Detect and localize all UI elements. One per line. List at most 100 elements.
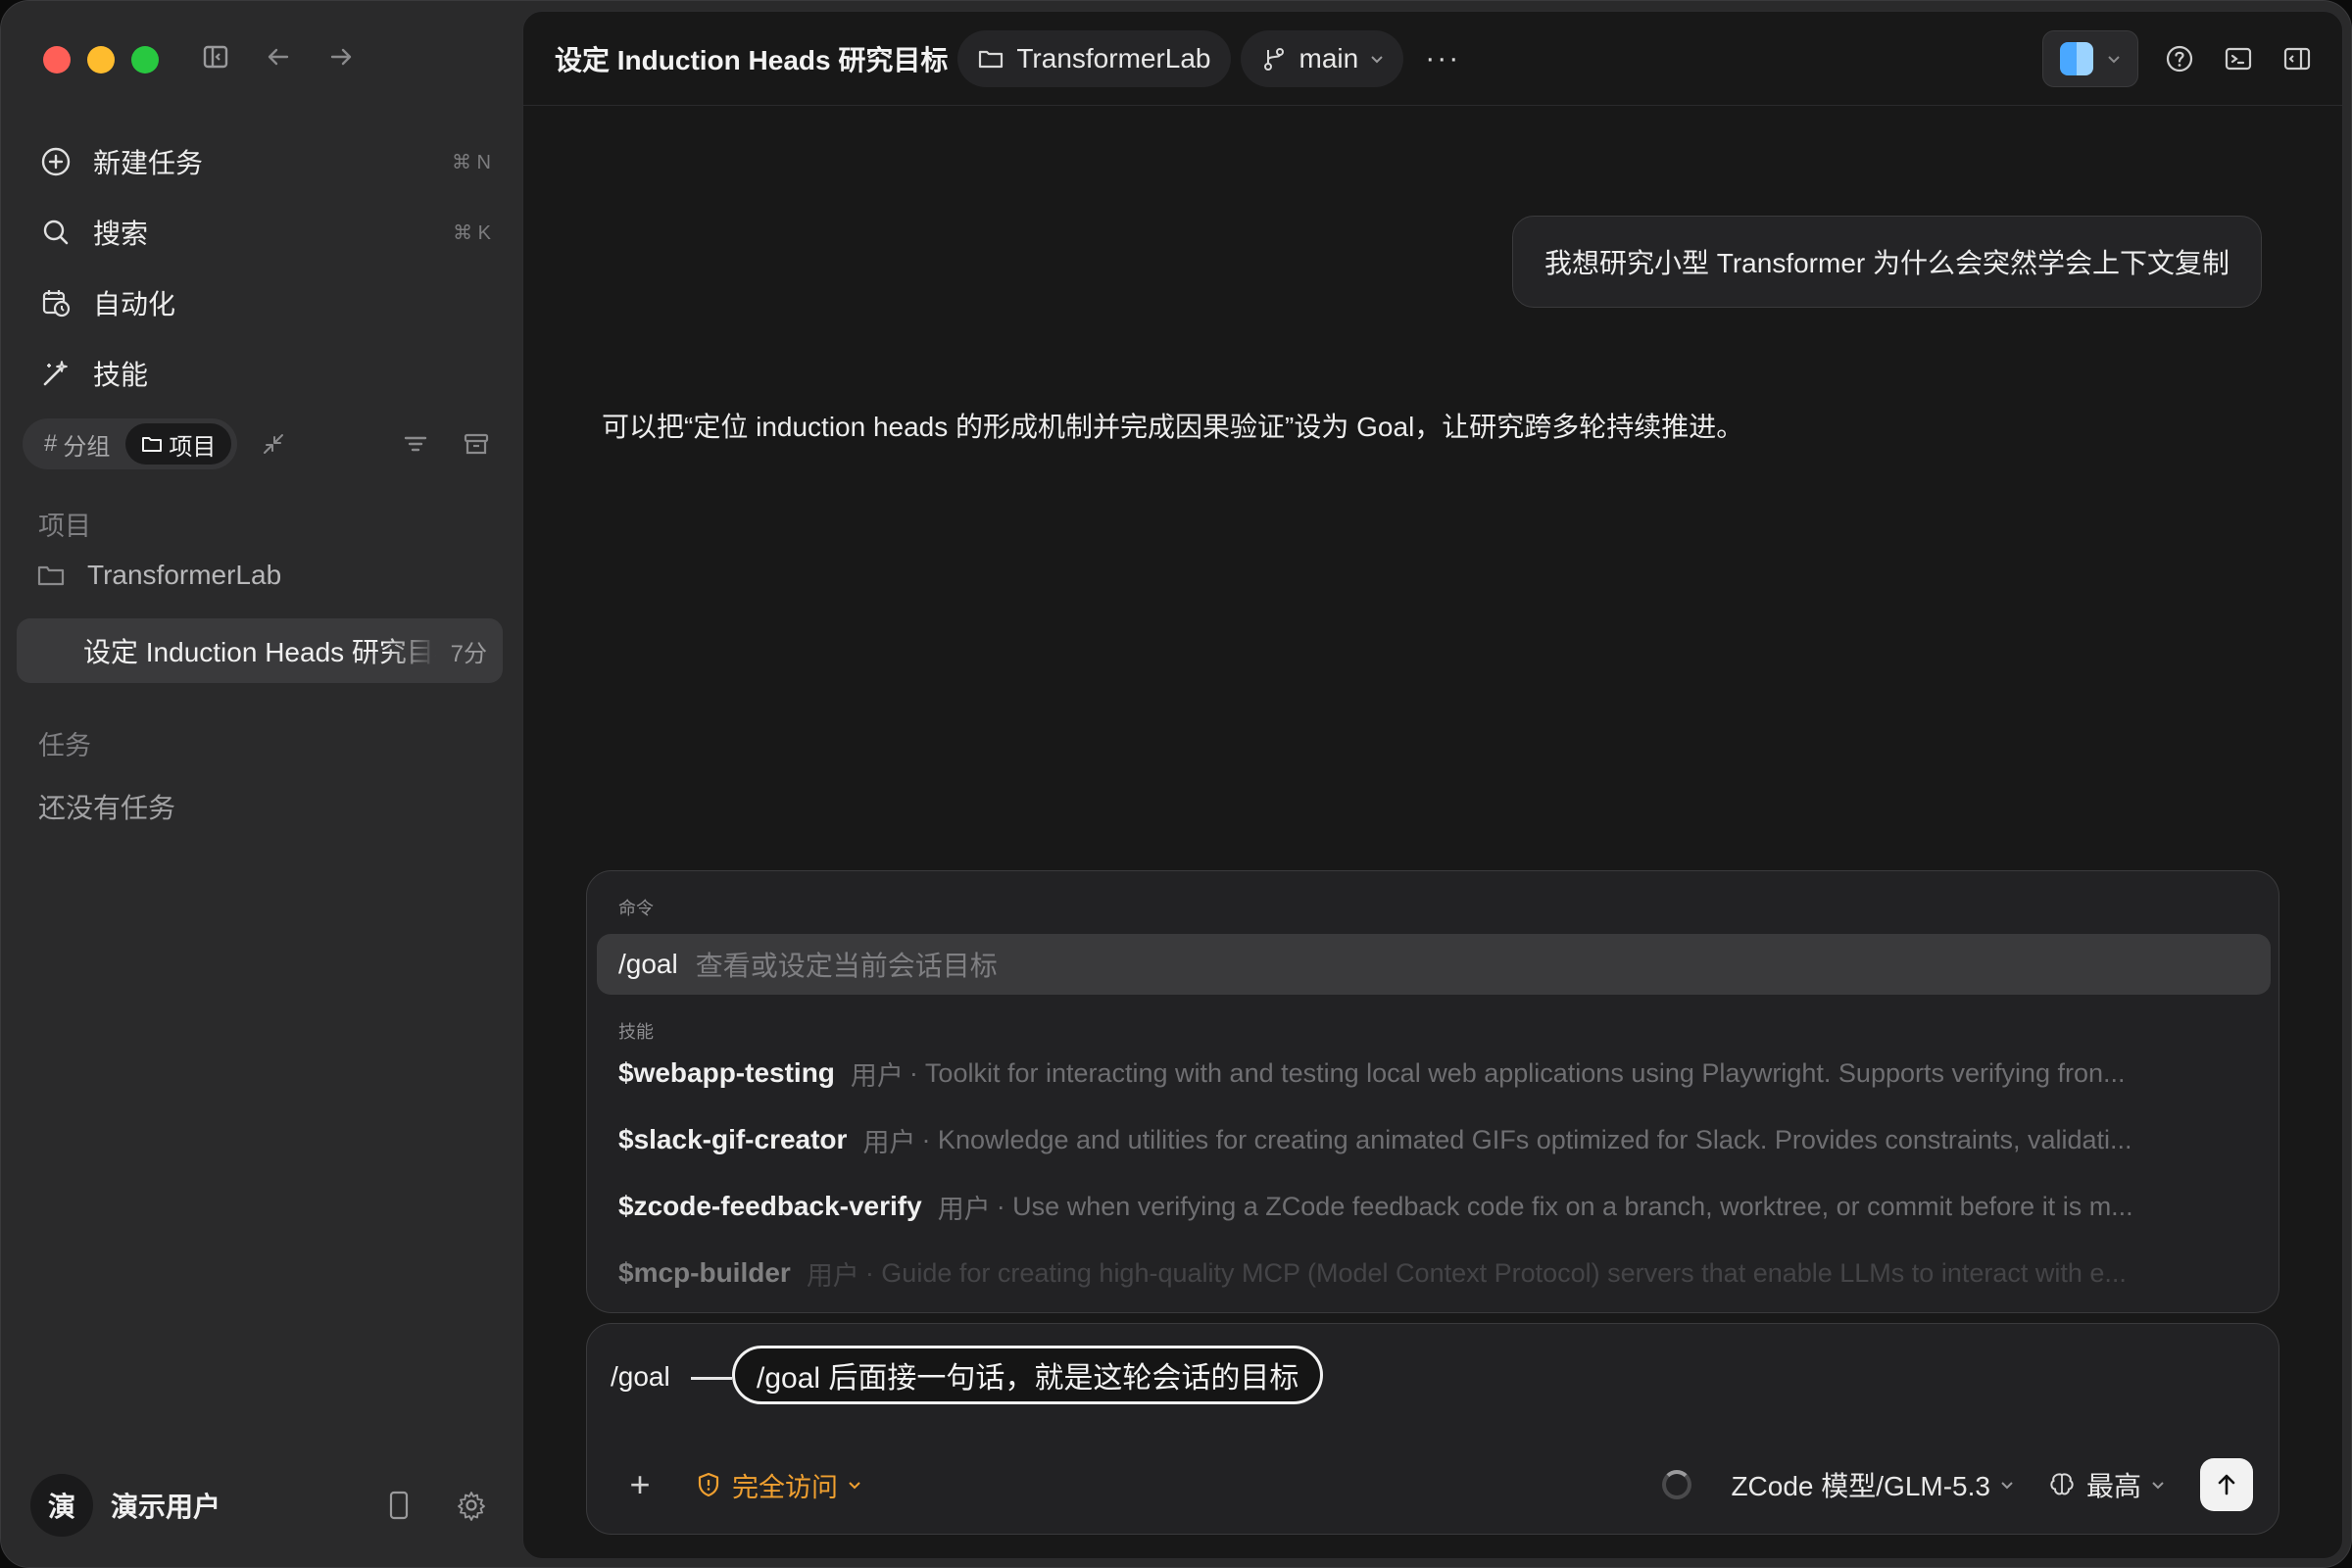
branch-label: main (1298, 42, 1359, 74)
loading-spinner-icon (1662, 1470, 1692, 1499)
assistant-message: 可以把“定位 induction heads 的形成机制并完成因果验证”设为 G… (602, 412, 1744, 442)
nav-search-label: 搜索 (93, 219, 149, 249)
collapse-icon[interactable] (257, 427, 290, 461)
active-task-item[interactable]: 设定 Induction Heads 研究目标 7分 (17, 618, 503, 683)
view-toggle-row: # 分组 项目 (23, 418, 493, 469)
search-icon (38, 215, 74, 250)
view-segmented-control: # 分组 项目 (23, 418, 238, 469)
commands-section-title: 命令 (618, 899, 654, 918)
main-pane: 设定 Induction Heads 研究目标 TransformerLab m… (522, 11, 2343, 1559)
chevron-down-icon (2001, 1482, 2013, 1490)
app-window: 新建任务 ⌘ N 搜索 ⌘ K 自动化 技能 # 分组 项目 项目 Transf… (0, 0, 2352, 1568)
nav-skills-label: 技能 (93, 360, 149, 390)
gear-icon[interactable] (452, 1486, 491, 1525)
nav-automation-label: 自动化 (93, 289, 176, 319)
archive-icon[interactable] (460, 427, 493, 461)
segment-project[interactable]: 项目 (125, 423, 232, 465)
tasks-section-title: 任务 (38, 731, 91, 760)
access-mode-selector[interactable]: 完全访问 (695, 1466, 861, 1504)
skill-description: · Guide for creating high-quality MCP (M… (864, 1257, 2127, 1288)
add-attachment-button[interactable]: + (622, 1464, 658, 1505)
chevron-down-icon (849, 1482, 860, 1490)
skill-item-mcp-builder[interactable]: $mcp-builder 用户 · Guide for creating hig… (618, 1250, 2245, 1297)
filter-icon[interactable] (399, 427, 432, 461)
nav-search[interactable]: 搜索 ⌘ K (30, 197, 491, 268)
minimize-window-button[interactable] (87, 46, 115, 74)
sidebar-list-actions (399, 427, 493, 461)
active-task-time: 7分 (450, 640, 487, 667)
message-composer[interactable]: /goal /goal 后面接一句话，就是这轮会话的目标 + 完全访问 ZCod… (586, 1323, 2279, 1535)
project-item[interactable]: TransformerLab (36, 560, 281, 591)
traffic-lights (43, 46, 159, 74)
goal-command-name: /goal (618, 949, 678, 979)
skill-source: 用户 (850, 1060, 904, 1091)
goal-command-item[interactable]: /goal 查看或设定当前会话目标 (597, 934, 2271, 995)
annotation-callout: /goal 后面接一句话，就是这轮会话的目标 (732, 1346, 1324, 1404)
toggle-panel-icon[interactable] (2279, 41, 2315, 76)
terminal-icon[interactable] (2221, 41, 2256, 76)
access-mode-label: 完全访问 (732, 1472, 838, 1502)
calendar-clock-icon (38, 285, 74, 320)
composer-input-text[interactable]: /goal (611, 1361, 670, 1393)
nav-automation[interactable]: 自动化 (30, 268, 491, 338)
back-arrow-icon[interactable] (262, 40, 295, 74)
skill-source: 用户 (806, 1260, 859, 1291)
project-chip[interactable]: TransformerLab (957, 29, 1231, 87)
active-task-label: 设定 Induction Heads 研究目标 (83, 637, 436, 667)
model-selector[interactable]: ZCode 模型/GLM-5.3 (1731, 1465, 2014, 1504)
maximize-window-button[interactable] (131, 46, 159, 74)
folder-icon (979, 50, 1004, 68)
command-palette: 命令 /goal 查看或设定当前会话目标 技能 $webapp-testing … (586, 870, 2279, 1313)
skill-item-webapp-testing[interactable]: $webapp-testing 用户 · Toolkit for interac… (618, 1050, 2245, 1097)
help-icon[interactable] (2162, 41, 2197, 76)
skill-description: · Toolkit for interacting with and testi… (908, 1057, 2126, 1088)
chevron-down-icon (2152, 1482, 2164, 1490)
nav-skills[interactable]: 技能 (30, 338, 491, 409)
arrow-up-icon (2218, 1474, 2235, 1495)
forward-arrow-icon[interactable] (324, 40, 358, 74)
branch-selector[interactable]: main (1240, 29, 1404, 87)
plus-circle-icon (38, 144, 74, 179)
segment-project-label: 项目 (169, 433, 217, 461)
project-chip-label: TransformerLab (1016, 42, 1211, 74)
composer-toolbar: + 完全访问 ZCode 模型/GLM-5.3 最高 (587, 1457, 2278, 1512)
skill-item-slack-gif-creator[interactable]: $slack-gif-creator 用户 · Knowledge and ut… (618, 1116, 2245, 1163)
skill-item-zcode-feedback-verify[interactable]: $zcode-feedback-verify 用户 · Use when ver… (618, 1183, 2245, 1230)
skill-name: $webapp-testing (618, 1057, 835, 1088)
skill-name: $zcode-feedback-verify (618, 1191, 922, 1221)
page-title: 设定 Induction Heads 研究目标 (555, 44, 949, 75)
skills-section-title: 技能 (618, 1022, 654, 1042)
composer-right-controls: ZCode 模型/GLM-5.3 最高 (1662, 1458, 2253, 1511)
skill-description: · Knowledge and utilities for creating a… (921, 1124, 2132, 1154)
reasoning-effort-selector[interactable]: 最高 (2047, 1465, 2165, 1504)
project-item-label: TransformerLab (87, 560, 282, 590)
toggle-sidebar-icon[interactable] (199, 40, 232, 74)
goal-command-description: 查看或设定当前会话目标 (695, 951, 998, 981)
git-branch-icon (1263, 47, 1284, 71)
nav-new-task[interactable]: 新建任务 ⌘ N (30, 126, 491, 197)
segment-group-label: 分组 (63, 433, 111, 461)
segment-group[interactable]: # 分组 (28, 423, 125, 465)
skill-name: $mcp-builder (618, 1257, 791, 1288)
more-options-button[interactable]: ··· (1425, 42, 1460, 75)
shield-icon (698, 1472, 719, 1497)
user-name[interactable]: 演示用户 (111, 1486, 346, 1525)
chevron-down-icon (2108, 55, 2120, 63)
folder-icon (142, 437, 163, 452)
close-window-button[interactable] (43, 46, 71, 74)
send-button[interactable] (2200, 1458, 2253, 1511)
nav-new-task-shortcut: ⌘ N (452, 151, 491, 173)
phone-icon[interactable] (379, 1486, 418, 1525)
tasks-empty-state: 还没有任务 (38, 793, 176, 823)
projects-section-title: 项目 (38, 512, 91, 541)
open-in-app-button[interactable] (2042, 29, 2138, 87)
brain-icon (2050, 1473, 2074, 1495)
model-label: ZCode 模型/GLM-5.3 (1731, 1471, 1990, 1501)
sidebar: 新建任务 ⌘ N 搜索 ⌘ K 自动化 技能 # 分组 项目 项目 Transf… (1, 1, 522, 1567)
user-message: 我想研究小型 Transformer 为什么会突然学会上下文复制 (1512, 216, 2262, 308)
avatar[interactable]: 演 (30, 1474, 93, 1537)
effort-label: 最高 (2085, 1471, 2141, 1501)
conversation-header: 设定 Induction Heads 研究目标 TransformerLab m… (523, 12, 2342, 106)
chevron-down-icon (1371, 55, 1383, 63)
skill-source: 用户 (862, 1127, 916, 1157)
